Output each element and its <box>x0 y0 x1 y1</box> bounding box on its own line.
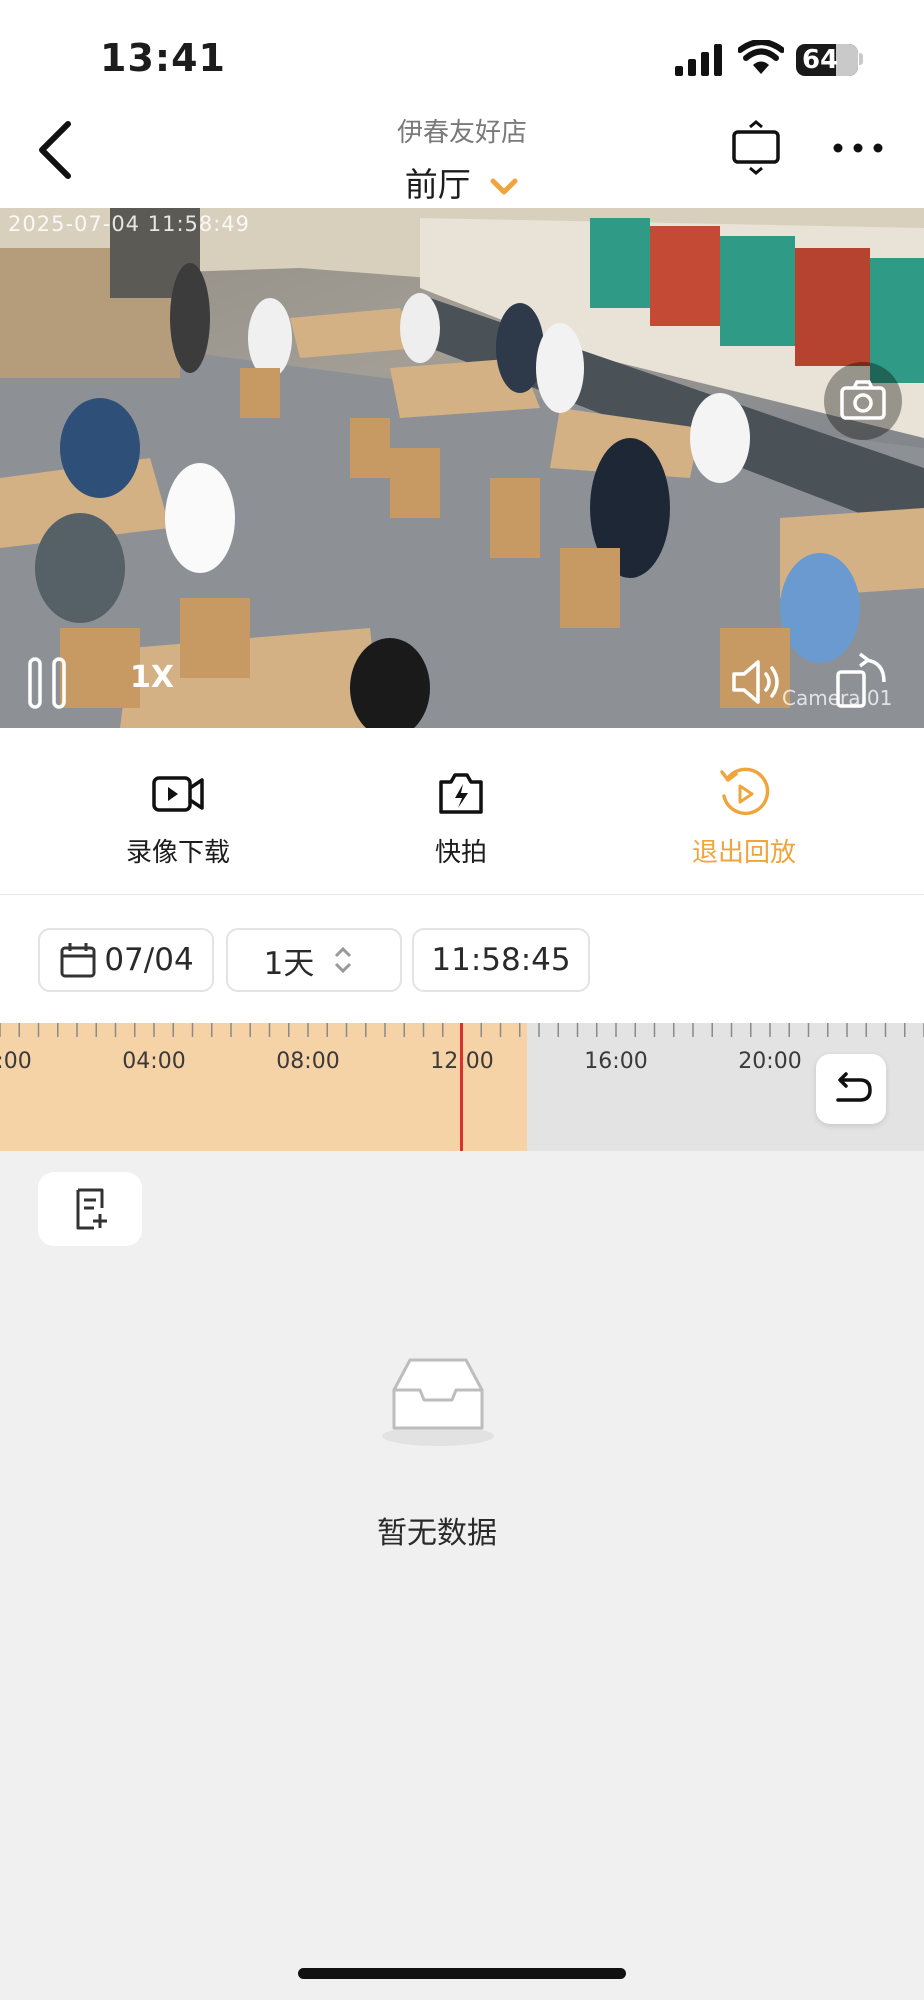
snapshot-icon <box>439 773 483 814</box>
pause-icon[interactable] <box>26 656 70 710</box>
time-picker[interactable]: 11:58:45 <box>412 928 590 992</box>
empty-state-text: 暂无数据 <box>377 1516 497 1551</box>
location-name: 前厅 <box>404 165 471 204</box>
video-download-icon <box>152 776 204 812</box>
up-down-chevron-icon <box>335 946 352 974</box>
battery-icon: 64 <box>796 44 858 76</box>
chevron-down-icon <box>490 178 518 194</box>
screen-mode-icon[interactable] <box>726 118 786 178</box>
snapshot-button[interactable] <box>824 362 902 440</box>
snapshot-action-button[interactable]: 快拍 <box>361 728 561 869</box>
timeline-label: 16:00 <box>584 1049 648 1074</box>
playback-speed-button[interactable]: 1X <box>130 660 174 695</box>
camera-icon <box>840 380 886 420</box>
more-options-icon[interactable] <box>830 128 886 168</box>
volume-icon[interactable] <box>728 652 788 712</box>
calendar-icon <box>60 943 96 978</box>
video-download-button[interactable]: 录像下载 <box>78 728 278 869</box>
battery-level: 64 <box>802 45 839 75</box>
empty-inbox-icon <box>382 1358 494 1446</box>
timeline-label: 00:00 <box>0 1049 32 1074</box>
range-value: 1天 <box>263 945 315 982</box>
video-player[interactable] <box>0 208 924 728</box>
rotate-screen-icon[interactable] <box>832 650 892 710</box>
exit-playback-label: 退出回放 <box>691 838 796 868</box>
exit-playback-button[interactable]: 退出回放 <box>644 728 844 869</box>
exit-playback-icon <box>720 767 770 816</box>
video-download-label: 录像下载 <box>125 838 230 868</box>
home-indicator[interactable] <box>298 1968 626 1979</box>
osd-timestamp: 2025-07-04 11:58:49 <box>8 212 251 236</box>
timeline-label: 08:00 <box>276 1049 340 1074</box>
date-picker[interactable]: 07/04 <box>38 928 214 992</box>
return-arrow-icon <box>836 1072 872 1102</box>
timeline-label: 20:00 <box>738 1049 802 1074</box>
status-time: 13:41 <box>100 36 226 80</box>
add-note-icon <box>76 1188 107 1230</box>
battery-cap <box>859 53 863 65</box>
date-value: 07/04 <box>104 942 194 978</box>
range-selector[interactable]: 1天 <box>226 928 402 992</box>
playback-timeline[interactable]: 00:0004:0008:0012:0016:0020:00 <box>0 1023 924 1151</box>
wifi-icon <box>738 40 784 74</box>
timeline-playhead[interactable] <box>460 1023 463 1151</box>
restaurant-camera-scene <box>0 208 924 728</box>
timeline-label: 04:00 <box>122 1049 186 1074</box>
cellular-signal-icon <box>675 44 722 76</box>
snapshot-label: 快拍 <box>434 838 487 868</box>
add-note-button[interactable] <box>38 1172 142 1246</box>
return-button[interactable] <box>816 1054 886 1124</box>
